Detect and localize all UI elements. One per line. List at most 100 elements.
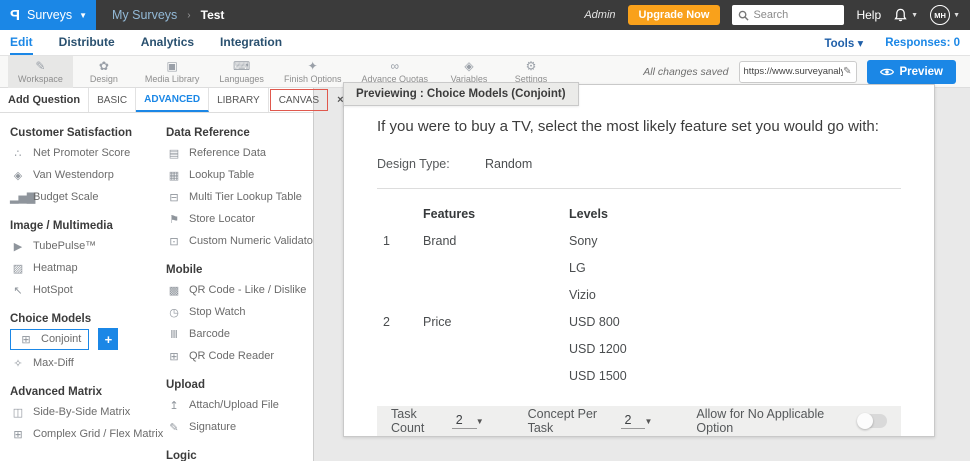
toolbar-item-design[interactable]: ✿ Design: [73, 56, 135, 88]
level-value: LG: [569, 261, 586, 275]
question-type-label: QR Code Reader: [189, 350, 274, 362]
edit-url-pencil-icon[interactable]: ✎: [843, 66, 851, 77]
toolbar-item-media-library[interactable]: ▣ Media Library: [135, 56, 210, 88]
allow-no-option-toggle[interactable]: [857, 413, 887, 429]
group-heading-image-multimedia: Image / Multimedia: [10, 220, 113, 232]
question-type-net-promoter-score[interactable]: ∴ Net Promoter Score: [10, 142, 160, 164]
question-type-hotspot[interactable]: ↖ HotSpot: [10, 279, 160, 301]
survey-url-input[interactable]: [743, 66, 844, 77]
breadcrumb-my-surveys[interactable]: My Surveys: [112, 8, 177, 22]
level-value: USD 800: [569, 315, 620, 329]
question-type-qr-code-like-dislike[interactable]: ▩ QR Code - Like / Dislike: [166, 279, 313, 301]
question-type-qr-code-reader[interactable]: ⊞ QR Code Reader: [166, 345, 313, 367]
levels-column-header: Levels: [569, 207, 608, 221]
upgrade-now-button[interactable]: Upgrade Now: [627, 5, 721, 25]
toggle-knob-icon: [857, 413, 873, 429]
question-type-lookup-table[interactable]: ▦ Lookup Table: [166, 164, 313, 186]
question-type-reference-data[interactable]: ▤ Reference Data: [166, 142, 313, 164]
question-type-label: Attach/Upload File: [189, 399, 279, 411]
question-type-label: Net Promoter Score: [33, 147, 131, 159]
question-type-attach-upload-file[interactable]: ↥ Attach/Upload File: [166, 394, 313, 416]
feature-level-row: USD 1200: [377, 336, 901, 363]
chevron-down-icon: ▼: [644, 416, 653, 426]
level-value: USD 1200: [569, 342, 627, 356]
multi-tier-lookup-table-icon: ⊟: [169, 191, 179, 204]
question-type-conjoint[interactable]: ⊞ Conjoint: [10, 328, 90, 350]
question-type-complex-grid-flex-matrix[interactable]: ⊞ Complex Grid / Flex Matrix: [10, 423, 163, 445]
nav-tab-integration[interactable]: Integration: [220, 30, 282, 55]
chevron-down-icon: ▼: [911, 11, 919, 19]
responses-count-link[interactable]: Responses: 0: [885, 37, 960, 49]
concept-per-task-select[interactable]: Concept Per Task 2 ▼: [528, 407, 653, 435]
toolbar-item-languages[interactable]: ⌨ Languages: [209, 56, 274, 88]
question-type-van-westendorp[interactable]: ◈ Van Westendorp: [10, 164, 160, 186]
nav-tab-distribute[interactable]: Distribute: [59, 30, 115, 55]
question-type-budget-scale[interactable]: ▂▅▇ Budget Scale: [10, 186, 160, 208]
question-type-tubepulse[interactable]: ▶ TubePulse™: [10, 235, 160, 257]
question-type-label: Max-Diff: [33, 357, 74, 369]
breadcrumb: My Surveys › Test: [112, 8, 224, 22]
question-type-label: Conjoint: [41, 333, 82, 345]
survey-url-field[interactable]: ✎: [738, 60, 857, 83]
languages-keyboard-icon: ⌨: [233, 58, 251, 73]
add-conjoint-button[interactable]: +: [98, 328, 119, 350]
global-search[interactable]: [732, 5, 845, 25]
van-westendorp-tag-icon: ◈: [13, 169, 23, 182]
notifications-menu[interactable]: ▼: [893, 7, 918, 23]
media-library-icon: ▣: [166, 58, 178, 73]
panel-tab-basic[interactable]: BASIC: [89, 88, 137, 112]
stop-watch-icon: ◷: [169, 306, 179, 319]
feature-number: 1: [383, 234, 390, 248]
design-type-label: Design Type:: [377, 157, 450, 171]
task-count-value: 2: [451, 413, 477, 429]
question-type-stop-watch[interactable]: ◷ Stop Watch: [166, 301, 313, 323]
group-heading-choice-models: Choice Models: [10, 313, 92, 325]
nav-tab-analytics[interactable]: Analytics: [141, 30, 194, 55]
preview-button[interactable]: Preview: [866, 59, 956, 84]
chevron-down-icon: ▼: [953, 11, 960, 19]
question-type-store-locator[interactable]: ⚑ Store Locator: [166, 208, 313, 230]
advance-quotas-link-icon: ∞: [390, 58, 400, 73]
workspace-icon: ✎: [35, 58, 46, 73]
question-type-label: QR Code - Like / Dislike: [189, 284, 307, 296]
question-type-heatmap[interactable]: ▨ Heatmap: [10, 257, 160, 279]
question-type-column: Customer Satisfaction ∴ Net Promoter Score…: [10, 115, 163, 461]
task-count-select[interactable]: Task Count 2 ▼: [391, 407, 484, 435]
question-type-label: Store Locator: [189, 213, 256, 225]
question-type-max-diff[interactable]: ✧ Max-Diff: [10, 352, 160, 374]
panel-tab-library[interactable]: LIBRARY: [209, 88, 269, 112]
surveys-product-switcher[interactable]: P Surveys ▼: [0, 0, 96, 30]
panel-tab-add-question[interactable]: Add Question: [0, 88, 90, 112]
divider: [377, 188, 901, 189]
store-locator-pin-icon: ⚑: [169, 213, 179, 226]
nav-tab-edit[interactable]: Edit: [10, 30, 33, 55]
search-input[interactable]: [753, 9, 834, 21]
nav-right: Tools ▾ Responses: 0: [824, 30, 960, 55]
question-type-custom-numeric-validator[interactable]: ⊡ Custom Numeric Validator: [166, 230, 313, 252]
panel-tab-advanced[interactable]: ADVANCED: [136, 88, 210, 112]
question-type-side-by-side-matrix[interactable]: ◫ Side-By-Side Matrix: [10, 401, 160, 423]
preview-button-label: Preview: [899, 65, 943, 78]
toolbar-item-label: Media Library: [144, 73, 200, 84]
admin-label[interactable]: Admin: [584, 9, 615, 21]
qr-code-reader-icon: ⊞: [169, 350, 179, 363]
save-status-text: All changes saved: [643, 65, 729, 78]
main-content: Add Question BASIC ADVANCED LIBRARY CANVAS × …: [0, 82, 970, 461]
reference-data-icon: ▤: [168, 147, 180, 160]
question-panel-tabs: Add Question BASIC ADVANCED LIBRARY CANVAS ×: [0, 88, 344, 113]
feature-level-row: 2 Price USD 800: [377, 309, 901, 336]
question-type-barcode[interactable]: Ⅲ Barcode: [166, 323, 313, 345]
toolbar-item-workspace[interactable]: ✎ Workspace: [8, 55, 73, 88]
tools-menu[interactable]: Tools ▾: [824, 36, 863, 50]
conjoint-controls-bar: Task Count 2 ▼ Concept Per Task 2 ▼ Allo…: [377, 406, 901, 436]
toolbar-item-label: Design: [89, 73, 118, 84]
account-menu[interactable]: MH ▼: [930, 5, 960, 25]
question-type-multi-tier-lookup-table[interactable]: ⊟ Multi Tier Lookup Table: [166, 186, 313, 208]
concept-per-task-value: 2: [620, 413, 646, 429]
question-type-signature[interactable]: ✎ Signature: [166, 416, 313, 438]
product-label: Surveys: [27, 8, 73, 22]
finish-options-wand-icon: ✦: [307, 58, 318, 73]
help-link[interactable]: Help: [856, 8, 881, 22]
breadcrumb-separator-icon: ›: [187, 9, 191, 21]
toolbar-item-finish-options[interactable]: ✦ Finish Options: [274, 56, 352, 88]
